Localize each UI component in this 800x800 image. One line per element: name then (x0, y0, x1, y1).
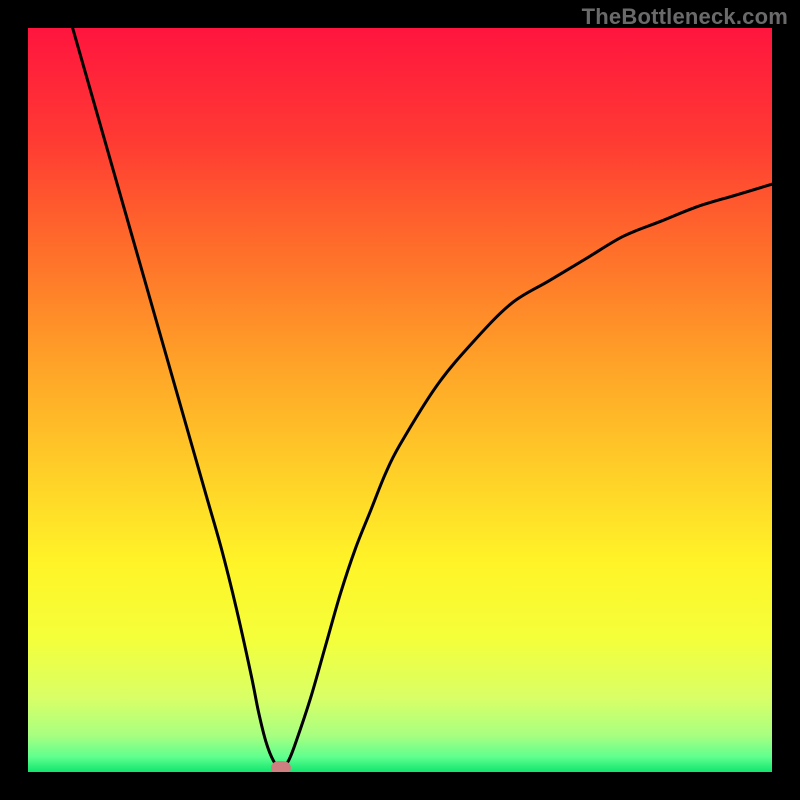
gradient-background (28, 28, 772, 772)
watermark-text: TheBottleneck.com (582, 4, 788, 30)
optimal-marker (271, 761, 291, 772)
chart-stage: TheBottleneck.com (0, 0, 800, 800)
plot-area (28, 28, 772, 772)
chart-svg (28, 28, 772, 772)
